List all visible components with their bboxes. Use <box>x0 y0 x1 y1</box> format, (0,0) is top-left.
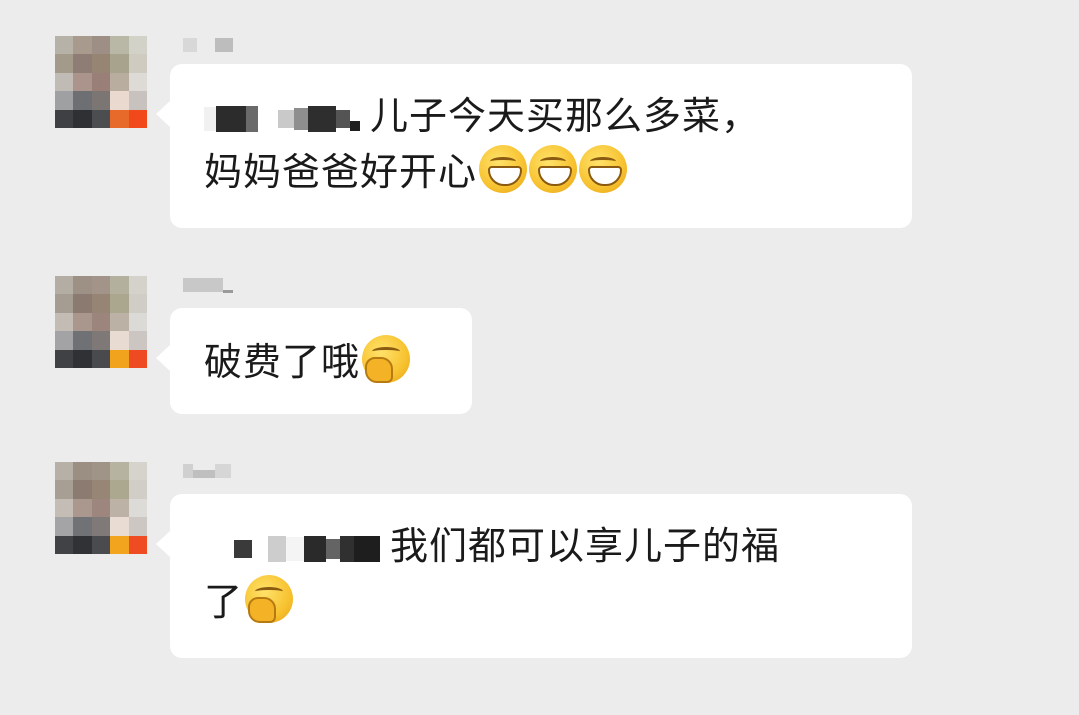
avatar[interactable] <box>55 276 147 368</box>
sender-name <box>183 462 231 480</box>
face-with-hand-over-mouth-icon <box>362 335 411 383</box>
sender-name <box>183 36 233 54</box>
grinning-face-icon <box>579 145 628 193</box>
sender-name <box>183 276 233 294</box>
message-text-line2: 了 <box>204 580 244 624</box>
avatar[interactable] <box>55 462 147 554</box>
message-text-line2: 妈妈爸爸好开心 <box>204 150 478 194</box>
message-bubble[interactable]: 儿子今天买那么多菜， 妈妈爸爸好开心 <box>156 64 912 228</box>
avatar[interactable] <box>55 36 147 128</box>
redacted-mention <box>204 104 360 134</box>
message-bubble[interactable]: 破费了哦 <box>156 308 472 414</box>
grinning-face-icon <box>529 145 578 193</box>
message-text: 破费了哦 <box>204 340 361 384</box>
message-bubble[interactable]: 我们都可以享儿子的福 了 <box>156 494 912 658</box>
message-text: 我们都可以享儿子的福 <box>390 524 781 568</box>
message-text: 儿子今天买那么多菜， <box>370 94 761 138</box>
grinning-face-icon <box>479 145 528 193</box>
redacted-mention <box>204 534 380 564</box>
face-with-hand-over-mouth-icon <box>245 575 294 623</box>
